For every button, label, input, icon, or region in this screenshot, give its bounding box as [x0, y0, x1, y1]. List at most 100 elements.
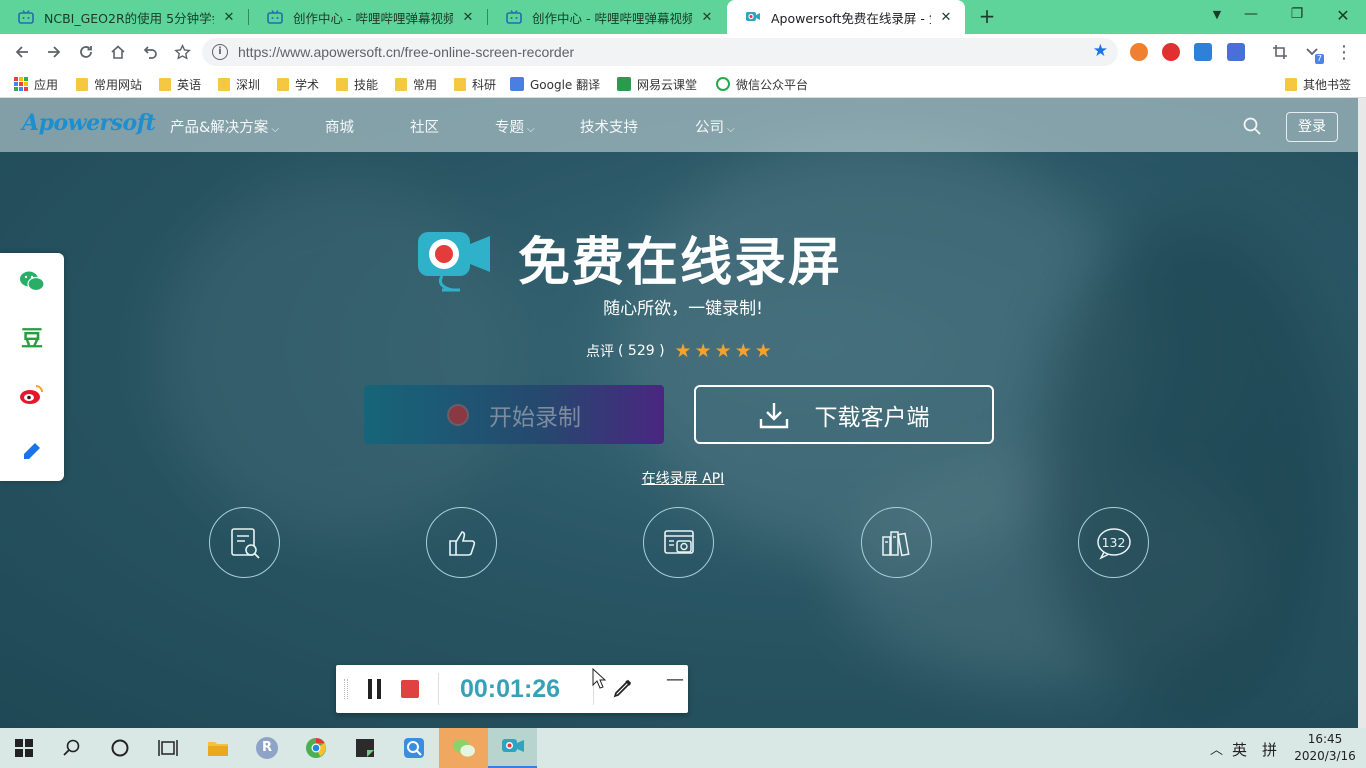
ime-language-indicator[interactable]: 英 — [1232, 739, 1247, 760]
star-icon: ★ — [694, 340, 712, 362]
app-button[interactable] — [390, 728, 438, 768]
browser-menu-button[interactable]: ⋮ — [1332, 40, 1356, 64]
bookmark-netease[interactable]: 网易云课堂 — [617, 75, 697, 93]
tab-apowersoft[interactable]: Apowersoft免费在线录屏 - 免费 ✕ — [727, 0, 965, 34]
start-button[interactable] — [0, 728, 48, 768]
wechat-taskbar-button[interactable] — [439, 728, 488, 768]
login-button[interactable]: 登录 — [1286, 112, 1338, 142]
recording-timer: 00:01:26 — [460, 675, 561, 703]
bookmark-folder[interactable]: 常用 — [395, 75, 437, 93]
clock-time: 16:45 — [1307, 732, 1343, 746]
nav-community[interactable]: 社区 — [410, 116, 439, 137]
extensions-menu-button[interactable]: 7 — [1300, 40, 1324, 64]
arrow-right-icon — [48, 46, 61, 58]
bookmark-folder[interactable]: 深圳 — [218, 75, 260, 93]
nav-support[interactable]: 技术支持 — [580, 116, 638, 137]
nav-store[interactable]: 商城 — [325, 116, 354, 137]
bookmark-other[interactable]: 其他书签 — [1285, 75, 1351, 93]
pause-button[interactable] — [368, 679, 382, 699]
browser-tabstrip: NCBI_GEO2R的使用 5分钟学会 ✕ 创作中心 - 哔哩哔哩弹幕视频网 ✕… — [0, 0, 1366, 34]
chrome-icon — [306, 737, 326, 758]
folder-icon — [277, 77, 289, 91]
undo-button[interactable] — [138, 40, 162, 64]
rating-count[interactable]: ( 529 ) — [618, 343, 665, 359]
extension-translate-icon[interactable] — [1227, 43, 1245, 61]
chevron-down-icon: ⌵ — [527, 124, 535, 135]
weibo-icon[interactable] — [18, 380, 46, 408]
books-icon[interactable] — [861, 507, 932, 578]
thumbs-up-icon[interactable] — [426, 507, 497, 578]
folder-icon — [336, 77, 348, 91]
ime-mode-indicator[interactable]: 拼 — [1262, 739, 1277, 760]
stop-button[interactable] — [401, 680, 419, 698]
bookmark-star-button[interactable] — [170, 40, 194, 64]
search-icon[interactable] — [1243, 117, 1261, 135]
drag-handle[interactable] — [344, 679, 348, 699]
bookmark-folder[interactable]: 技能 — [336, 75, 378, 93]
file-explorer-button[interactable] — [194, 728, 242, 768]
site-info-icon[interactable]: i — [212, 44, 228, 60]
address-bar[interactable]: i https://www.apowersoft.cn/free-online-… — [202, 38, 1118, 66]
start-recording-button[interactable]: 开始录制 — [364, 385, 664, 444]
page-scrollbar[interactable] — [1358, 98, 1366, 728]
forward-button[interactable] — [42, 40, 66, 64]
apowersoft-recorder-taskbar-button[interactable] — [488, 728, 537, 768]
show-hidden-icons-button[interactable]: ︿ — [1210, 739, 1223, 758]
search-taskbar-button[interactable] — [48, 728, 96, 768]
search-doc-icon[interactable] — [209, 507, 280, 578]
nav-company[interactable]: 公司 ⌵ — [695, 116, 735, 137]
bookmark-folder[interactable]: 英语 — [159, 75, 201, 93]
system-clock[interactable]: 16:45 2020/3/16 — [1294, 731, 1356, 765]
bookmark-google-translate[interactable]: Google 翻译 — [510, 75, 600, 93]
task-view-button[interactable] — [144, 728, 192, 768]
r-language-icon: R — [256, 737, 278, 759]
notes-app-button[interactable] — [341, 728, 389, 768]
douban-icon[interactable]: 豆 — [18, 323, 46, 352]
bookmark-apps[interactable]: 应用 — [14, 75, 58, 93]
nav-topics[interactable]: 专题 ⌵ — [495, 116, 535, 137]
comment-icon[interactable]: 132 — [1078, 507, 1149, 578]
record-dot-icon — [447, 403, 469, 426]
search-icon — [63, 739, 80, 756]
apowersoft-logo[interactable]: Apowersoft — [22, 110, 156, 136]
bookmark-folder[interactable]: 常用网站 — [76, 75, 142, 93]
home-button[interactable] — [106, 40, 130, 64]
r-app-button[interactable]: R — [243, 728, 291, 768]
nav-products[interactable]: 产品&解决方案 ⌵ — [170, 116, 279, 137]
close-window-button[interactable]: ✕ — [1333, 6, 1353, 26]
recorder-logo-icon — [416, 228, 492, 296]
bookmark-wechat-mp[interactable]: 微信公众平台 — [716, 75, 808, 93]
bookmark-folder[interactable]: 科研 — [454, 75, 496, 93]
bookmarked-star-icon[interactable]: ★ — [1093, 41, 1108, 61]
tab-close-icon[interactable]: ✕ — [459, 10, 477, 25]
tab-ncbi-geo2r[interactable]: NCBI_GEO2R的使用 5分钟学会 ✕ — [0, 0, 248, 34]
address-url[interactable]: https://www.apowersoft.cn/free-online-sc… — [238, 44, 574, 60]
online-recorder-api-link[interactable]: 在线录屏 API — [0, 468, 1366, 488]
chrome-button[interactable] — [292, 728, 340, 768]
extension-grid-icon[interactable] — [1194, 43, 1212, 61]
pause-icon-bar — [377, 679, 381, 699]
screenshot-camera-icon[interactable] — [643, 507, 714, 578]
search-app-icon — [404, 738, 424, 758]
reload-button[interactable] — [74, 40, 98, 64]
extension-infinity-icon[interactable] — [1130, 43, 1148, 61]
restore-window-button[interactable]: ❐ — [1287, 6, 1307, 26]
crop-button[interactable] — [1268, 40, 1292, 64]
new-tab-button[interactable]: + — [976, 5, 998, 27]
cortana-button[interactable] — [96, 728, 144, 768]
tab-close-icon[interactable]: ✕ — [220, 10, 238, 25]
wechat-icon[interactable] — [18, 267, 46, 295]
tab-close-icon[interactable]: ✕ — [698, 10, 716, 25]
minimize-toolbar-button[interactable]: — — [666, 669, 684, 690]
tab-search-chevron-icon[interactable]: ▼ — [1207, 8, 1227, 28]
tab-bilibili-creator-2[interactable]: 创作中心 - 哔哩哔哩弹幕视频网 ✕ — [488, 0, 726, 34]
extension-adblock-icon[interactable] — [1162, 43, 1180, 61]
minimize-window-button[interactable]: — — [1241, 6, 1261, 26]
share-icon[interactable] — [18, 437, 46, 465]
tab-close-icon[interactable]: ✕ — [937, 10, 955, 25]
download-client-button[interactable]: 下载客户端 — [694, 385, 994, 444]
annotation-pen-icon[interactable] — [612, 677, 634, 699]
back-button[interactable] — [10, 40, 34, 64]
tab-bilibili-creator-1[interactable]: 创作中心 - 哔哩哔哩弹幕视频网 ✕ — [249, 0, 487, 34]
bookmark-folder[interactable]: 学术 — [277, 75, 319, 93]
